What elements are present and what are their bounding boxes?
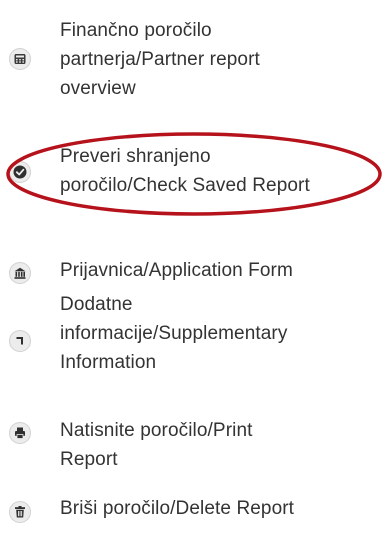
level-down-icon [9,330,31,352]
check-circle-icon [9,161,31,183]
menu-item-label: Briši poročilo/Delete Report [60,498,295,519]
menu-item-supplementary-information[interactable]: Dodatne informacije/Supplementary Inform… [6,290,384,390]
menu-item-label: Dodatne informacije/Supplementary Inform… [60,294,288,373]
menu-item-partner-report-overview[interactable]: Finančno poročilo partnerja/Partner repo… [6,10,384,100]
report-actions-menu: Finančno poročilo partnerja/Partner repo… [0,0,386,535]
menu-item-label: Natisnite poročilo/Print Report [60,420,253,470]
trash-icon [9,501,31,523]
menu-item-label: Prijavnica/Application Form [60,260,293,281]
print-icon [9,422,31,444]
menu-item-application-form[interactable]: Prijavnica/Application Form [6,256,384,290]
menu-item-label: Finančno poročilo partnerja/Partner repo… [60,20,260,99]
menu-item-delete-report[interactable]: Briši poročilo/Delete Report [6,494,384,528]
calculator-icon [9,48,31,70]
menu-item-print-report[interactable]: Natisnite poročilo/Print Report [6,416,384,478]
bank-icon [9,262,31,284]
menu-item-label: Preveri shranjeno poročilo/Check Saved R… [60,146,310,196]
menu-item-check-saved-report[interactable]: Preveri shranjeno poročilo/Check Saved R… [6,138,384,200]
